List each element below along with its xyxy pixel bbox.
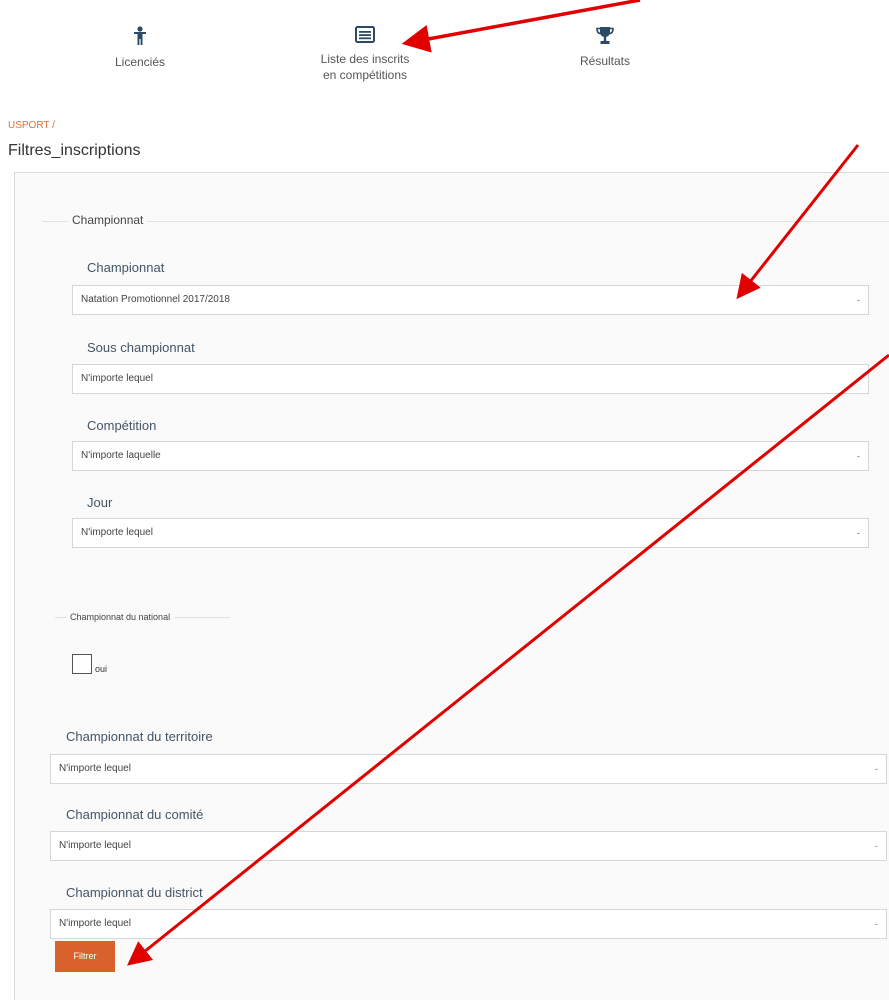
label-territoire: Championnat du territoire [66,729,213,744]
label-championnat: Championnat [87,260,165,275]
legend-national: Championnat du national [66,612,175,622]
nav-item-resultats[interactable]: Résultats [560,26,650,69]
select-comite-value: N'importe lequel [59,840,131,851]
breadcrumb[interactable]: USPORT / [8,120,55,131]
chevron-down-icon: - [875,919,878,929]
label-district: Championnat du district [66,885,203,900]
select-competition-value: N'importe laquelle [81,450,161,461]
label-jour: Jour [87,495,113,510]
select-championnat-value: Natation Promotionnel 2017/2018 [81,294,230,305]
label-comite: Championnat du comité [66,807,204,822]
chevron-down-icon: - [857,451,860,461]
chevron-down-icon: - [857,295,860,305]
legend-championnat: Championnat [68,213,148,227]
select-competition[interactable]: N'importe laquelle - [72,441,869,471]
page-title: Filtres_inscriptions [8,142,141,159]
select-district[interactable]: N'importe lequel - [50,909,887,939]
chevron-down-icon: - [875,841,878,851]
checkbox-national-oui[interactable] [72,654,92,674]
select-district-value: N'importe lequel [59,918,131,929]
fieldset-border-championnat [42,221,889,222]
select-jour[interactable]: N'importe lequel - [72,518,869,548]
nav-label-licencies: Licenciés [114,55,166,69]
trophy-icon [596,27,614,44]
chevron-down-icon: - [857,374,860,384]
select-sous-championnat[interactable]: N'importe lequel - [72,364,869,394]
select-territoire-value: N'importe lequel [59,763,131,774]
label-sous-championnat: Sous championnat [87,340,195,355]
checkbox-label-oui: oui [95,664,108,674]
list-icon [355,26,375,43]
filter-button[interactable]: Filtrer [55,941,115,972]
select-championnat[interactable]: Natation Promotionnel 2017/2018 - [72,285,869,315]
nav-item-liste-inscrits[interactable]: Liste des inscrits en compétitions [290,26,440,83]
nav-label-resultats: Résultats [579,54,631,68]
select-jour-value: N'importe lequel [81,527,153,538]
select-sous-championnat-value: N'importe lequel [81,373,153,384]
chevron-down-icon: - [857,528,860,538]
nav-label-liste-inscrits: Liste des inscrits en compétitions [320,52,410,82]
chevron-down-icon: - [875,764,878,774]
select-comite[interactable]: N'importe lequel - [50,831,887,861]
select-territoire[interactable]: N'importe lequel - [50,754,887,784]
nav-item-licencies[interactable]: Licenciés [100,26,180,70]
person-icon [134,26,146,45]
top-nav: Licenciés Liste des inscrits en compétiti… [0,0,889,110]
label-competition: Compétition [87,418,157,433]
